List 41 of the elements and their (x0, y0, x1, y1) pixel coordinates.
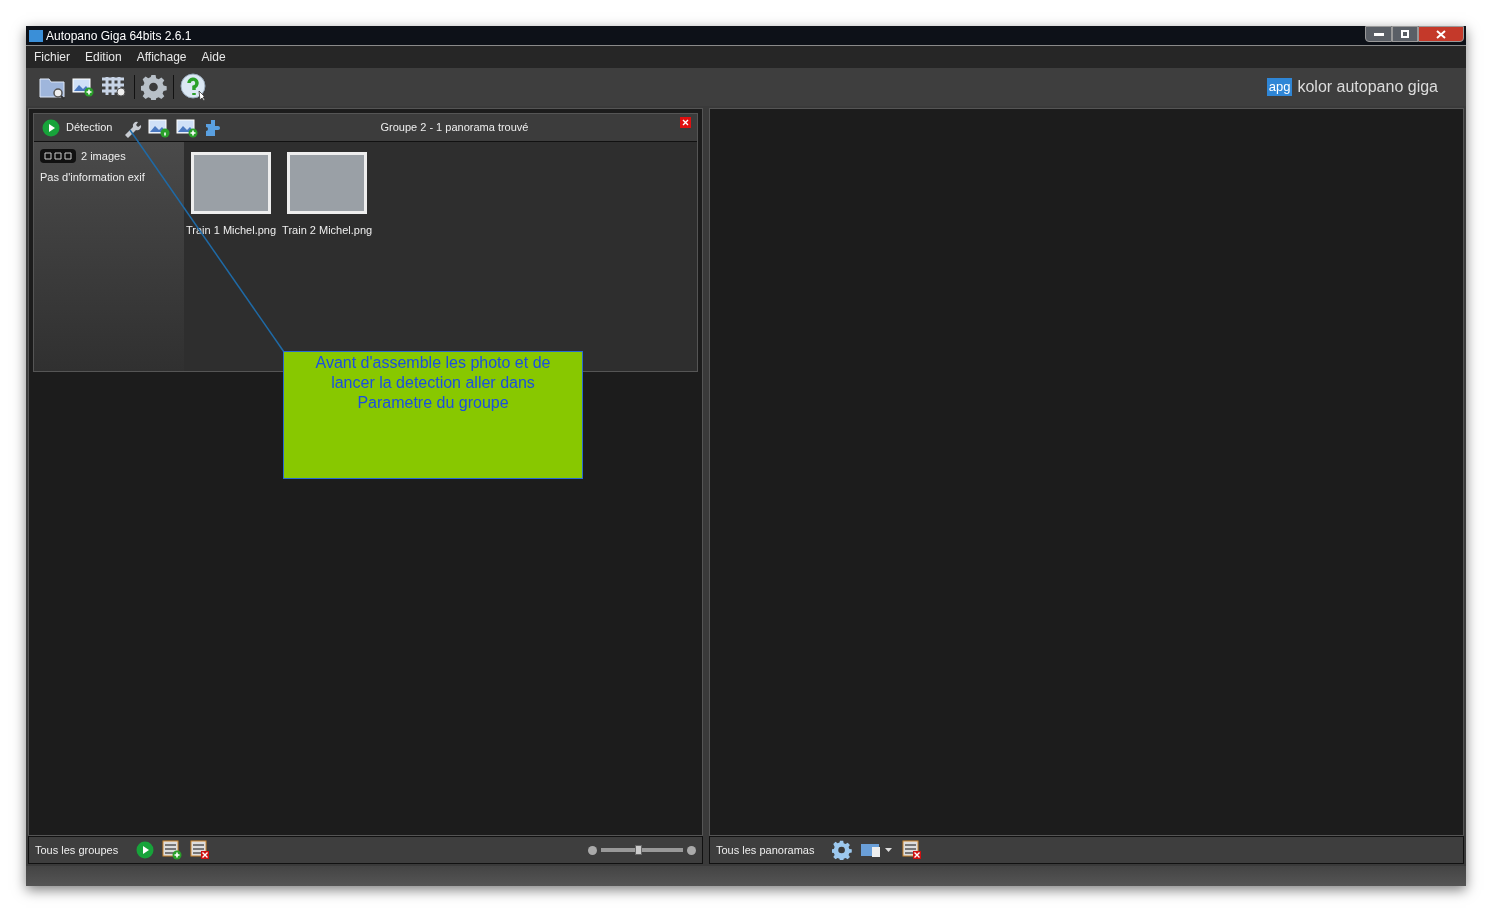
grid-icon (40, 149, 76, 164)
close-icon (1436, 29, 1446, 39)
image-filename: Train 2 Michel.png (282, 223, 373, 238)
window-title: Autopano Giga 64bits 2.6.1 (46, 27, 192, 45)
brand-logo: apg (1266, 78, 1293, 96)
image-info-icon[interactable] (148, 117, 171, 138)
add-list-icon[interactable] (162, 840, 183, 860)
detection-button[interactable]: Détection (66, 119, 113, 136)
menu-item[interactable]: Fichier (34, 48, 70, 66)
brand-name: kolor autopano giga (1297, 77, 1438, 97)
menu-item[interactable]: Aide (201, 48, 226, 66)
app-logo (29, 29, 43, 42)
image-count: 2 images (81, 149, 126, 164)
footer-label: Tous les groupes (35, 842, 119, 858)
grid-search-icon[interactable] (100, 75, 128, 99)
slider-thumb[interactable] (634, 845, 642, 855)
menu-item[interactable]: Edition (85, 48, 122, 66)
exif-info: Pas d'information exif (40, 169, 146, 185)
image-add-icon[interactable] (176, 117, 199, 138)
footer-label: Tous les panoramas (716, 842, 815, 858)
restore-button[interactable] (1392, 26, 1418, 42)
restore-icon (1401, 30, 1409, 38)
settings-icon[interactable] (832, 840, 853, 860)
note-callout: Avant d'assemble les photo et de lancer la detection aller dans Parametre du groupe (283, 351, 583, 479)
group-title: Groupe 2 - 1 panorama trouvé (380, 120, 529, 136)
zoom-slider[interactable] (601, 848, 683, 852)
image-search-icon[interactable] (72, 77, 94, 97)
image-filename: Train 1 Michel.png (186, 223, 277, 238)
remove-list-icon[interactable] (902, 840, 923, 860)
menu-item[interactable]: Affichage (136, 48, 187, 66)
settings-icon[interactable] (141, 74, 167, 100)
minimize-icon (1373, 32, 1384, 36)
play-icon[interactable] (42, 118, 60, 137)
close-button[interactable] (1418, 26, 1464, 42)
close-icon (682, 119, 689, 126)
close-group-button[interactable] (680, 117, 691, 128)
play-icon[interactable] (136, 841, 155, 859)
help-icon[interactable] (180, 73, 208, 101)
remove-list-icon[interactable] (190, 840, 211, 860)
save-dropdown-icon[interactable] (860, 841, 895, 859)
minimize-button[interactable] (1365, 26, 1392, 42)
